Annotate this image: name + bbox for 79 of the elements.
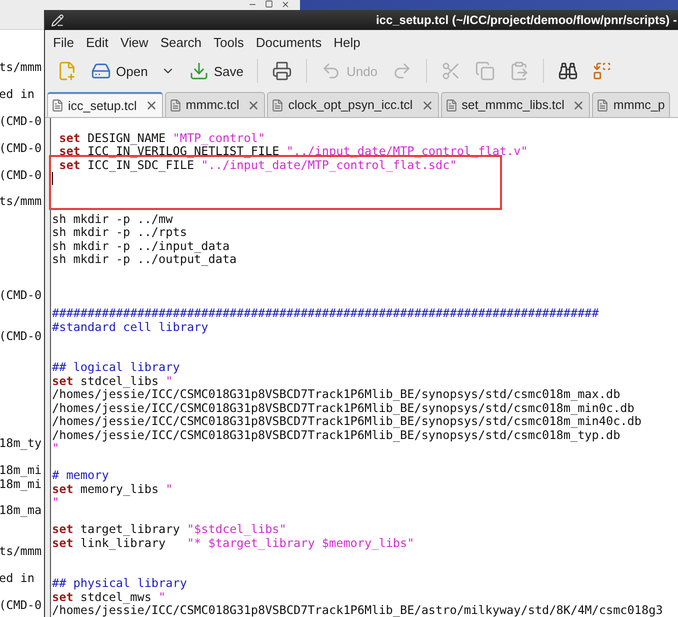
code-line: set stdcel_mws " bbox=[52, 590, 166, 604]
code-line: /homes/jessie/ICC/CSMC018G31p8VSBCD7Track1P6Mlib_BE/synopsys/std/csmc018m_min40c.db bbox=[52, 415, 642, 428]
terminal-text: ed in bbox=[0, 86, 35, 101]
terminal-text: (CMD-0 bbox=[0, 328, 42, 343]
printer-icon bbox=[272, 61, 292, 81]
window-title: icc_setup.tcl (~/ICC/project/demoo/flow/pnr/scripts) - bbox=[376, 13, 677, 27]
close-icon[interactable] bbox=[281, 0, 290, 9]
toolbar-button[interactable]: Open bbox=[85, 58, 181, 84]
code-line: /homes/jessie/ICC/CSMC018G31p8VSBCD7Track1P6Mlib_BE/synopsys/std/csmc018m_max.db bbox=[52, 388, 622, 402]
file-tab[interactable]: set_mmmc_libs.tcl bbox=[440, 92, 590, 117]
menu-item[interactable]: Edit bbox=[80, 34, 114, 50]
code-line: ## physical library bbox=[52, 577, 188, 590]
terminal-text: ts/mmm bbox=[0, 544, 42, 558]
scissors-icon bbox=[440, 61, 461, 81]
pencil-icon bbox=[51, 14, 64, 26]
code-line: ## logical library bbox=[52, 361, 181, 374]
code-line: /homes/jessie/ICC/CSMC018G31p8VSBCD7Track1P6Mlib_BE/astro/milkyway/std/8K/4M/csmc018g3 bbox=[52, 604, 664, 617]
document-icon bbox=[51, 99, 64, 112]
code-line: /homes/jessie/ICC/CSMC018G31p8VSBCD7Track1P6Mlib_BE/synopsys/std/csmc018m_min0c.db bbox=[52, 402, 634, 415]
maximize-icon[interactable] bbox=[265, 0, 273, 8]
code-line: set link_library "* $target_library $memory_libs" bbox=[52, 536, 416, 550]
copy-icon bbox=[474, 61, 495, 81]
terminal-text: (CMD-0 bbox=[0, 598, 42, 612]
menu-item[interactable]: Search bbox=[154, 34, 208, 50]
code-editor[interactable] bbox=[50, 118, 678, 617]
file-tab[interactable]: clock_opt_psyn_icc.tcl bbox=[267, 92, 439, 117]
document-icon bbox=[596, 98, 610, 112]
code-line: " bbox=[52, 496, 60, 510]
file-tab[interactable]: icc_setup.tcl bbox=[47, 92, 163, 117]
code-line: /homes/jessie/ICC/CSMC018G31p8VSBCD7Track1P6Mlib_BE/synopsys/std/csmc018m_typ.db bbox=[52, 428, 620, 442]
terminal-text: (CMD-0 bbox=[0, 168, 42, 182]
code-line: sh mkdir -p ../input_data bbox=[52, 240, 231, 253]
terminal-text: (CMD-0 bbox=[0, 114, 42, 128]
code-line: set DESIGN_NAME "MTP_control" bbox=[58, 132, 266, 145]
menu-item[interactable]: File bbox=[47, 34, 80, 50]
terminal-text: (CMD-0 bbox=[0, 140, 42, 155]
code-line: set ICC_IN_SDC_FILE "../input_date/MTP_control_flat.sdc" bbox=[58, 158, 457, 172]
binoculars-icon bbox=[558, 61, 578, 81]
file-tab[interactable]: mmmc_p bbox=[592, 92, 670, 117]
code-line: sh mkdir -p ../mw bbox=[52, 212, 174, 226]
code-line: #standard cell library bbox=[52, 320, 210, 334]
code-line: set stdcel_libs " bbox=[52, 374, 173, 388]
menu-item[interactable]: Tools bbox=[208, 34, 250, 50]
clipboard-icon bbox=[508, 61, 529, 81]
undo-icon bbox=[321, 61, 342, 81]
replace-icon bbox=[592, 61, 612, 81]
redo-icon bbox=[392, 61, 412, 81]
close-icon[interactable] bbox=[144, 99, 158, 112]
close-icon[interactable] bbox=[420, 98, 434, 112]
file-tab[interactable]: mmmc.tcl bbox=[164, 92, 266, 117]
menu-item[interactable]: Documents bbox=[250, 34, 328, 50]
code-line: ############################################################################# bbox=[52, 307, 600, 320]
terminal-text: 18m_mi bbox=[0, 476, 42, 491]
new-document-icon bbox=[57, 61, 77, 81]
close-icon[interactable] bbox=[572, 98, 586, 112]
document-icon bbox=[271, 98, 284, 112]
document-icon bbox=[168, 98, 182, 112]
toolbar-button[interactable]: Save bbox=[182, 58, 250, 84]
terminal-text: ts/mmm bbox=[0, 60, 42, 74]
drive-icon bbox=[91, 61, 111, 81]
terminal-text: (CMD-0 bbox=[0, 288, 42, 302]
code-line: set target_library "$stdcel_libs" bbox=[52, 523, 288, 536]
terminal-text: 18m_mi bbox=[0, 463, 42, 478]
document-icon bbox=[444, 98, 458, 112]
code-line: # memory bbox=[52, 469, 110, 482]
terminal-text: ts/mmm bbox=[0, 194, 42, 208]
code-line: sh mkdir -p ../output_data bbox=[52, 253, 238, 266]
menu-item[interactable]: Help bbox=[328, 34, 366, 50]
code-line: set ICC_IN_VERILOG_NETLIST_FILE "../input_date/MTP_control_flat.v" bbox=[58, 145, 529, 158]
terminal-text: 18m_ty bbox=[0, 436, 42, 450]
text-cursor bbox=[52, 172, 53, 185]
code-line: " bbox=[52, 442, 60, 456]
code-line: set memory_libs " bbox=[52, 482, 174, 496]
download-arrow-icon bbox=[188, 61, 209, 81]
terminal-text: 18m_ma bbox=[0, 503, 42, 518]
code-line: sh mkdir -p ../rpts bbox=[52, 226, 188, 240]
menu-item[interactable]: View bbox=[114, 34, 154, 50]
close-icon[interactable] bbox=[247, 98, 260, 112]
terminal-text: ed in bbox=[0, 570, 35, 585]
